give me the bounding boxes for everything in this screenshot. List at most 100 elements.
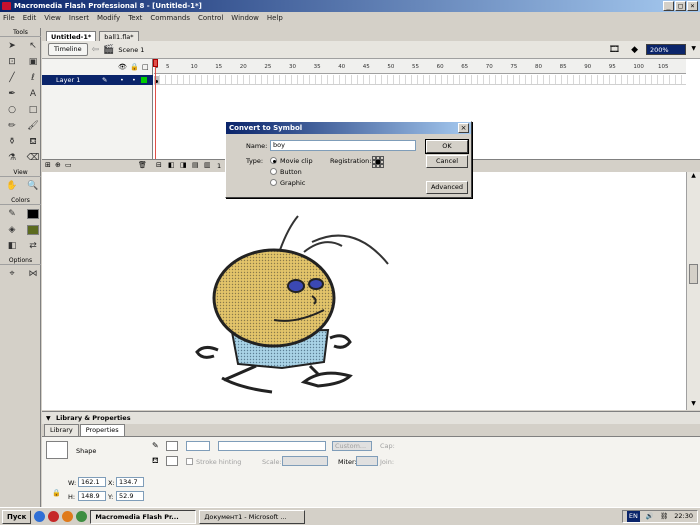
modify-markers-icon[interactable]: ▥ xyxy=(204,161,211,169)
ruler-tick[interactable]: 90 xyxy=(584,64,591,70)
menu-modify[interactable]: Modify xyxy=(97,14,120,22)
onion-skin-icon[interactable]: ◧ xyxy=(168,161,175,169)
menu-control[interactable]: Control xyxy=(198,14,223,22)
scene-label[interactable]: Scene 1 xyxy=(118,46,144,54)
ruler-tick[interactable]: 85 xyxy=(560,64,567,70)
panel-title[interactable]: Library & Properties xyxy=(56,414,131,422)
advanced-button[interactable]: Advanced xyxy=(426,181,468,194)
y-field[interactable]: 52.9 xyxy=(116,491,144,501)
center-frame-icon[interactable]: ⊟ xyxy=(156,161,162,169)
fill-swatch[interactable] xyxy=(166,456,178,466)
network-icon[interactable]: ⛓ xyxy=(660,511,668,522)
volume-icon[interactable]: 🔊 xyxy=(646,511,654,522)
start-button[interactable]: Пуск xyxy=(2,509,32,524)
tab-untitled-1[interactable]: Untitled-1* xyxy=(46,31,97,41)
menu-help[interactable]: Help xyxy=(267,14,283,22)
ruler-tick[interactable]: 50 xyxy=(387,64,394,70)
stroke-pencil-icon[interactable]: ✎ xyxy=(152,441,159,450)
scroll-thumb[interactable] xyxy=(689,264,698,284)
selection-tool-icon[interactable]: ➤ xyxy=(3,39,21,53)
radio-graphic[interactable] xyxy=(270,179,277,186)
text-tool-icon[interactable]: A xyxy=(24,87,42,101)
edit-multiple-icon[interactable]: ▤ xyxy=(192,161,199,169)
ruler-tick[interactable]: 80 xyxy=(535,64,542,70)
hand-tool-icon[interactable]: ✋ xyxy=(3,179,21,193)
bucket-icon[interactable]: ⛾ xyxy=(152,456,159,466)
fill-color-swatch[interactable] xyxy=(24,223,42,237)
w-field[interactable]: 162.1 xyxy=(78,477,106,487)
custom-button[interactable]: Custom... xyxy=(332,441,372,451)
stroke-style-select[interactable] xyxy=(218,441,326,451)
tab-properties[interactable]: Properties xyxy=(79,424,125,436)
ruler-tick[interactable]: 5 xyxy=(166,64,170,70)
menu-window[interactable]: Window xyxy=(231,14,259,22)
menu-view[interactable]: View xyxy=(44,14,61,22)
stroke-height[interactable] xyxy=(186,441,210,451)
quicklaunch-firefox-icon[interactable] xyxy=(62,511,74,522)
radio-button[interactable] xyxy=(270,168,277,175)
lock-icon[interactable]: 🔒 xyxy=(130,63,139,71)
add-layer-icon[interactable]: ⊞ xyxy=(45,161,51,169)
tab-library[interactable]: Library xyxy=(44,424,79,436)
option-button[interactable]: Button xyxy=(280,168,302,176)
menu-insert[interactable]: Insert xyxy=(69,14,89,22)
option-graphic[interactable]: Graphic xyxy=(280,179,305,187)
zoom-tool-icon[interactable]: 🔍 xyxy=(24,179,42,193)
language-indicator[interactable]: EN xyxy=(626,511,640,522)
frame-row[interactable] xyxy=(154,75,686,85)
ok-button[interactable]: OK xyxy=(425,139,469,154)
add-guide-icon[interactable]: ⊕ xyxy=(55,161,61,169)
layer-lock-dot[interactable]: • xyxy=(132,75,136,85)
layer-visible-dot[interactable]: • xyxy=(120,75,124,85)
ruler-tick[interactable]: 40 xyxy=(338,64,345,70)
taskbar-flash[interactable]: Macromedia Flash Pr... xyxy=(90,509,197,524)
ruler-tick[interactable]: 105 xyxy=(658,64,669,70)
library-properties-title[interactable]: ▼ Library & Properties xyxy=(42,411,700,424)
eyedropper-tool-icon[interactable]: ⚗ xyxy=(3,151,21,165)
onion-outline-icon[interactable]: ◨ xyxy=(180,161,187,169)
taskbar-word[interactable]: Документ1 - Microsoft ... xyxy=(199,509,306,524)
free-transform-tool-icon[interactable]: ⊡ xyxy=(3,55,21,69)
edit-symbol-icon[interactable]: ◆ xyxy=(631,45,638,55)
ruler-tick[interactable]: 20 xyxy=(240,64,247,70)
playhead[interactable] xyxy=(153,59,158,171)
symbol-name-input[interactable]: boy xyxy=(270,140,416,151)
stroke-color-icon[interactable]: ✎ xyxy=(3,207,21,221)
menu-file[interactable]: File xyxy=(3,14,15,22)
menu-commands[interactable]: Commands xyxy=(150,14,190,22)
layer-name[interactable]: Layer 1 xyxy=(56,76,80,84)
boy-drawing[interactable] xyxy=(42,172,686,410)
h-field[interactable]: 148.9 xyxy=(78,491,106,501)
dialog-close-button[interactable]: × xyxy=(458,123,469,133)
ruler-tick[interactable]: 10 xyxy=(191,64,198,70)
paint-bucket-tool-icon[interactable]: ⛾ xyxy=(24,135,42,149)
scroll-down-icon[interactable]: ▼ xyxy=(687,400,700,410)
scale-select[interactable] xyxy=(282,456,328,466)
subselection-tool-icon[interactable]: ↖ xyxy=(24,39,42,53)
add-folder-icon[interactable]: ▭ xyxy=(65,161,72,169)
ruler-tick[interactable]: 55 xyxy=(412,64,419,70)
ink-bottle-tool-icon[interactable]: ⚱ xyxy=(3,135,21,149)
close-button[interactable]: × xyxy=(687,1,698,11)
stage-canvas[interactable] xyxy=(42,172,686,410)
pen-tool-icon[interactable]: ✒ xyxy=(3,87,21,101)
ruler-tick[interactable]: 95 xyxy=(609,64,616,70)
line-tool-icon[interactable]: ╱ xyxy=(3,71,21,85)
miter-field[interactable] xyxy=(356,456,378,466)
eraser-tool-icon[interactable]: ⌫ xyxy=(24,151,42,165)
fill-color-icon[interactable]: ◈ xyxy=(3,223,21,237)
pencil-tool-icon[interactable]: ✏ xyxy=(3,119,21,133)
delete-layer-icon[interactable]: 🗑 xyxy=(138,161,147,169)
ruler-tick[interactable]: 15 xyxy=(215,64,222,70)
swap-colors-icon[interactable]: ⇄ xyxy=(24,239,42,253)
brush-tool-icon[interactable]: 🖌 xyxy=(24,119,42,133)
stroke-hinting-checkbox[interactable] xyxy=(186,458,193,465)
ruler-tick[interactable]: 65 xyxy=(461,64,468,70)
cancel-button[interactable]: Cancel xyxy=(426,155,468,168)
menu-text[interactable]: Text xyxy=(128,14,142,22)
menu-edit[interactable]: Edit xyxy=(23,14,37,22)
ruler-tick[interactable]: 45 xyxy=(363,64,370,70)
ruler-tick[interactable]: 100 xyxy=(633,64,644,70)
tab-ball1[interactable]: ball1.fla* xyxy=(99,31,139,41)
quicklaunch-opera-icon[interactable] xyxy=(48,511,60,522)
